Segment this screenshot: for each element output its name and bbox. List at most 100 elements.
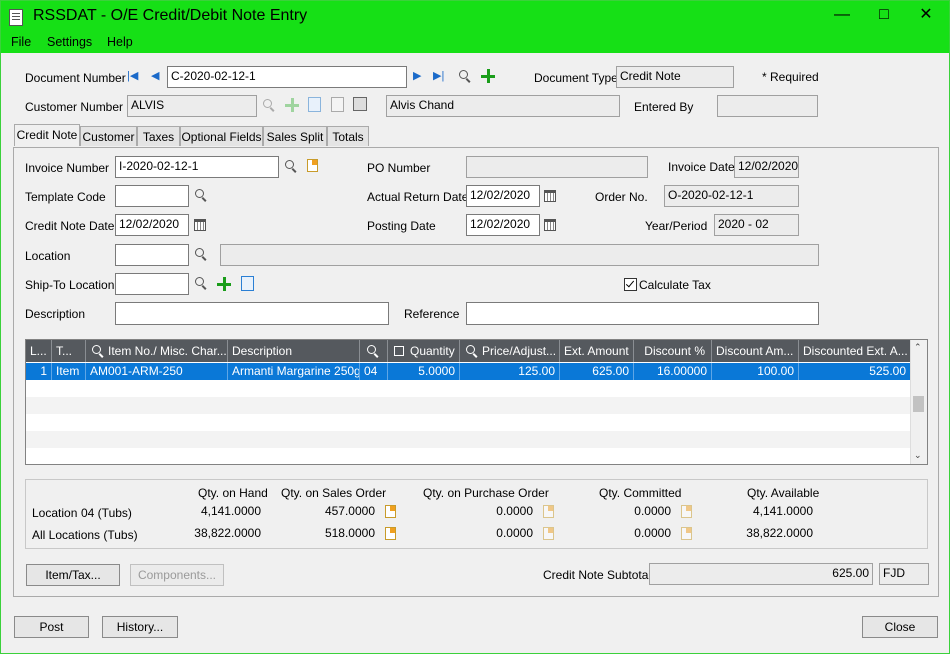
customer-number-field[interactable]: ALVIS <box>127 95 257 117</box>
location-stats-value: 04 (Tubs) <box>81 506 132 520</box>
main-window: RSSDAT - O/E Credit/Debit Note Entry — □… <box>0 0 950 654</box>
calendar-icon[interactable] <box>544 190 556 202</box>
last-record-icon[interactable]: ▶| <box>433 69 444 82</box>
sales-order-zoom-icon[interactable] <box>385 505 396 518</box>
col-discount-amount[interactable]: Discount Am... <box>712 340 799 362</box>
col-description[interactable]: Description <box>228 340 360 362</box>
tab-customer[interactable]: Customer <box>80 126 137 146</box>
cell-location: 04 <box>360 363 388 380</box>
calendar-icon[interactable] <box>544 219 556 231</box>
customer-inquiry-icon[interactable] <box>353 97 367 111</box>
document-type-field[interactable]: Credit Note <box>616 66 734 88</box>
tab-credit-note[interactable]: Credit Note <box>14 124 80 146</box>
tab-sales-split[interactable]: Sales Split <box>263 126 327 146</box>
invoice-number-input[interactable]: I-2020-02-12-1 <box>115 156 279 178</box>
table-row[interactable] <box>26 397 911 414</box>
location-description-field <box>220 244 819 266</box>
col-line[interactable]: L... <box>26 340 52 362</box>
all-qty-on-sales-order: 518.0000 <box>324 526 375 540</box>
invoice-finder-icon[interactable] <box>284 159 298 173</box>
col-price[interactable]: Price/Adjust... <box>460 340 560 362</box>
table-row[interactable] <box>26 380 911 397</box>
purchase-order-zoom-icon <box>543 527 554 540</box>
ship-to-location-input[interactable] <box>115 273 189 295</box>
table-row[interactable]: 1 Item AM001-ARM-250 Armanti Margarine 2… <box>26 363 911 380</box>
location-finder-icon[interactable] <box>194 247 208 261</box>
location-input[interactable] <box>115 244 189 266</box>
menu-help[interactable]: Help <box>107 35 133 49</box>
new-customer-icon <box>285 98 299 112</box>
template-code-input[interactable] <box>115 185 189 207</box>
maximize-button[interactable]: □ <box>869 5 899 25</box>
all-qty-available: 38,822.0000 <box>746 526 813 540</box>
ship-to-location-label: Ship-To Location <box>25 278 115 292</box>
menu-settings[interactable]: Settings <box>47 35 92 49</box>
new-ship-to-icon[interactable] <box>217 277 231 291</box>
cell-discount-amount: 100.00 <box>712 363 799 380</box>
first-record-icon[interactable]: |◀ <box>127 69 138 82</box>
po-number-label: PO Number <box>367 161 431 175</box>
close-button[interactable]: Close <box>862 616 938 638</box>
new-document-icon[interactable] <box>481 69 495 83</box>
actual-return-date-input[interactable]: 12/02/2020 <box>466 185 540 207</box>
cell-description: Armanti Margarine 250g <box>228 363 360 380</box>
template-finder-icon[interactable] <box>194 188 208 202</box>
col-item-no-label: Item No./ Misc. Char... <box>108 344 227 358</box>
col-location[interactable] <box>360 340 388 362</box>
table-row[interactable] <box>26 414 911 431</box>
post-button[interactable]: Post <box>14 616 89 638</box>
tab-totals[interactable]: Totals <box>327 126 369 146</box>
qty-available-header: Qty. Available <box>747 486 820 500</box>
subtotal-label: Credit Note Subtotal <box>543 568 652 582</box>
history-button[interactable]: History... <box>102 616 178 638</box>
table-row[interactable] <box>26 431 911 448</box>
col-ext-amount[interactable]: Ext. Amount <box>560 340 634 362</box>
col-quantity[interactable]: Quantity <box>388 340 460 362</box>
calendar-icon[interactable] <box>194 219 206 231</box>
col-type[interactable]: T... <box>52 340 86 362</box>
next-record-icon[interactable]: ▶ <box>413 69 421 82</box>
table-row[interactable] <box>26 448 911 464</box>
cell-discounted-ext: 525.00 <box>799 363 911 380</box>
item-tax-button[interactable]: Item/Tax... <box>26 564 120 586</box>
document-finder-icon[interactable] <box>458 69 472 83</box>
scroll-up-icon[interactable]: ⌃ <box>914 342 922 353</box>
reference-input[interactable] <box>466 302 819 325</box>
scroll-thumb[interactable] <box>913 396 924 412</box>
cell-type: Item <box>52 363 86 380</box>
unit-icon <box>394 346 404 356</box>
posting-date-input[interactable]: 12/02/2020 <box>466 214 540 236</box>
ship-to-info-icon[interactable] <box>241 276 254 291</box>
document-number-input[interactable]: C-2020-02-12-1 <box>167 66 407 88</box>
menu-file[interactable]: File <box>11 35 31 49</box>
loc-qty-available: 4,141.0000 <box>752 504 813 518</box>
invoice-date-label: Invoice Date <box>668 160 735 174</box>
minimize-button[interactable]: — <box>827 5 857 25</box>
sales-order-zoom-icon[interactable] <box>385 527 396 540</box>
scroll-down-icon[interactable]: ⌄ <box>914 450 922 461</box>
qty-on-sales-order-header: Qty. on Sales Order <box>281 486 387 500</box>
close-window-button[interactable]: ✕ <box>911 5 941 25</box>
customer-info-icon <box>308 97 321 112</box>
invoice-zoom-icon[interactable] <box>307 159 318 172</box>
calculate-tax-checkbox[interactable] <box>624 278 637 291</box>
credit-note-date-input[interactable]: 12/02/2020 <box>115 214 189 236</box>
previous-record-icon[interactable]: ◀ <box>151 69 159 82</box>
description-label: Description <box>25 307 86 321</box>
loc-qty-committed: 0.0000 <box>634 504 671 518</box>
document-number-label: Document Number <box>25 71 126 85</box>
detail-grid[interactable]: L... T... Item No./ Misc. Char... Descri… <box>25 339 928 465</box>
loc-qty-on-sales-order: 457.0000 <box>324 504 375 518</box>
description-input[interactable] <box>115 302 389 325</box>
qty-on-hand-header: Qty. on Hand <box>198 486 268 500</box>
tab-optional-fields[interactable]: Optional Fields <box>180 126 263 146</box>
posting-date-label: Posting Date <box>367 219 436 233</box>
grid-scrollbar[interactable]: ⌃ ⌄ <box>910 340 927 464</box>
col-discount-pct[interactable]: Discount % <box>634 340 712 362</box>
ship-to-finder-icon[interactable] <box>194 276 208 290</box>
col-item-no[interactable]: Item No./ Misc. Char... <box>86 340 228 362</box>
tab-taxes[interactable]: Taxes <box>137 126 180 146</box>
currency-field: FJD <box>879 563 929 585</box>
grid-header: L... T... Item No./ Misc. Char... Descri… <box>26 340 911 362</box>
col-discounted-ext[interactable]: Discounted Ext. A... <box>799 340 911 362</box>
